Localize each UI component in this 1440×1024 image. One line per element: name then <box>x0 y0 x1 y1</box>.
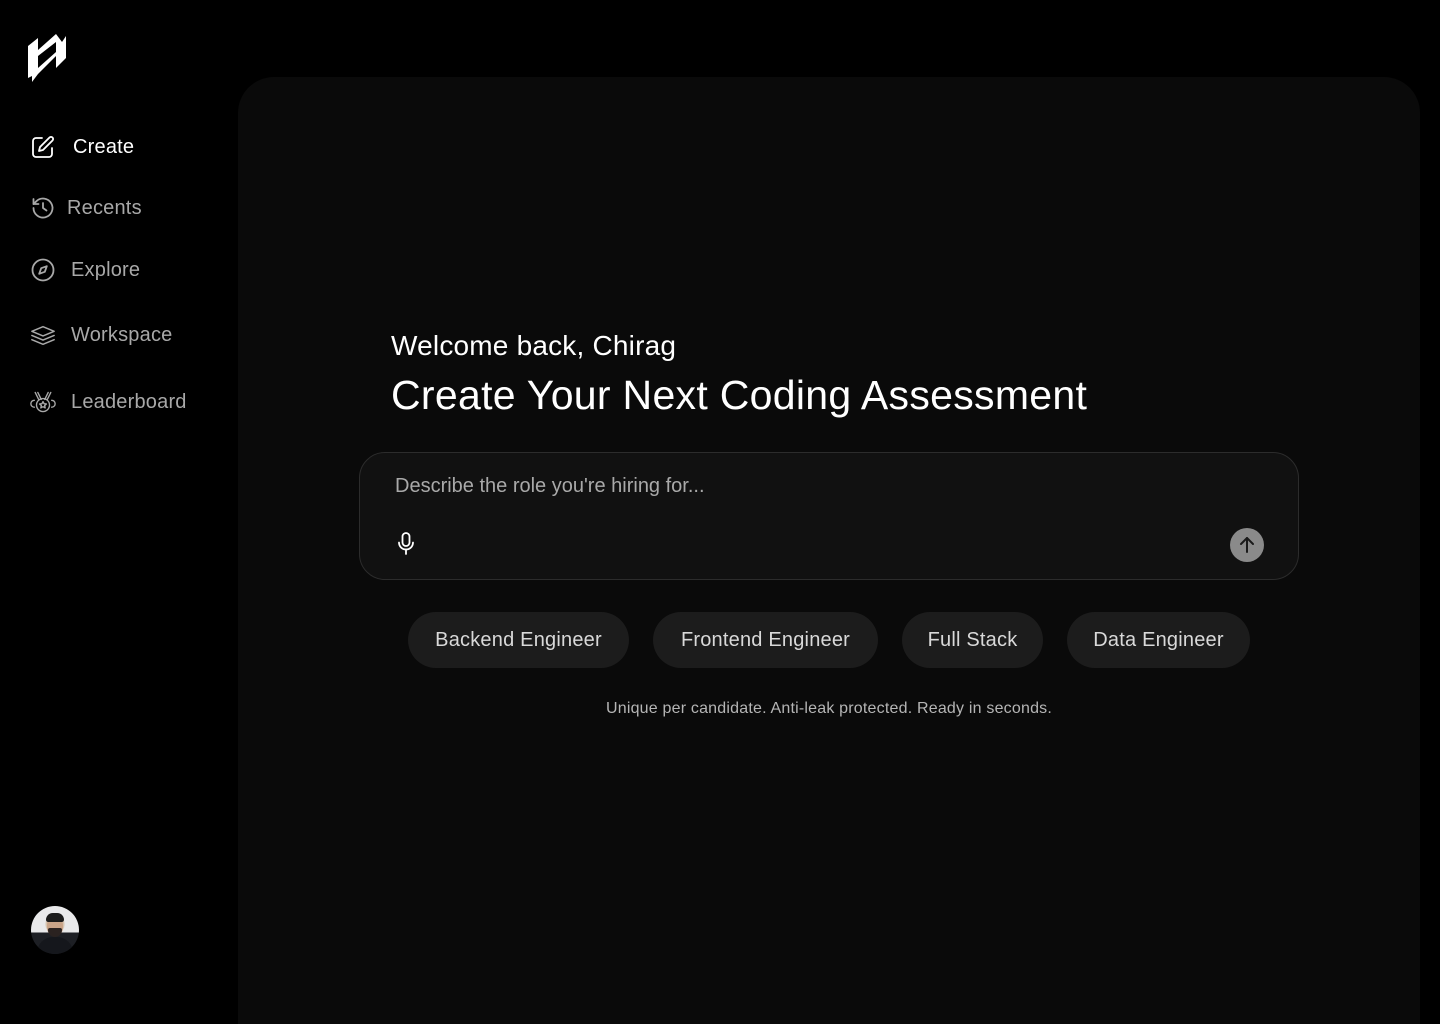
chip-backend-engineer[interactable]: Backend Engineer <box>408 612 629 668</box>
sidebar-item-explore[interactable]: Explore <box>30 257 140 283</box>
sidebar-item-label: Create <box>73 135 135 158</box>
sidebar-item-label: Leaderboard <box>71 390 187 413</box>
sidebar-item-create[interactable]: Create <box>30 134 134 160</box>
sidebar-item-workspace[interactable]: Workspace <box>30 322 172 348</box>
layers-icon <box>30 322 56 348</box>
sidebar-item-label: Explore <box>71 258 141 281</box>
sidebar: Create Recents Explore Workspace Leaderb… <box>0 0 238 1024</box>
user-avatar[interactable] <box>31 906 79 954</box>
sidebar-item-leaderboard[interactable]: Leaderboard <box>30 389 187 415</box>
sidebar-item-label: Recents <box>67 196 142 219</box>
prompt-composer <box>359 452 1299 580</box>
avatar-body <box>37 937 73 954</box>
microphone-icon[interactable] <box>394 531 418 557</box>
brand-logo[interactable] <box>26 32 68 84</box>
page-title: Create Your Next Coding Assessment <box>391 372 1088 418</box>
welcome-text: Welcome back, Chirag <box>391 330 677 361</box>
sidebar-item-recents[interactable]: Recents <box>30 195 142 221</box>
history-icon <box>30 195 56 221</box>
suggestion-chips: Backend Engineer Frontend Engineer Full … <box>0 612 1440 668</box>
medal-icon <box>30 389 56 415</box>
edit-icon <box>30 134 56 160</box>
avatar-hair <box>46 913 64 922</box>
compass-icon <box>30 257 56 283</box>
chip-frontend-engineer[interactable]: Frontend Engineer <box>653 612 878 668</box>
send-button[interactable] <box>1230 528 1264 562</box>
chip-data-engineer[interactable]: Data Engineer <box>1067 612 1250 668</box>
chip-full-stack[interactable]: Full Stack <box>902 612 1043 668</box>
arrow-up-icon <box>1237 535 1257 555</box>
sidebar-item-label: Workspace <box>71 323 173 346</box>
role-description-input[interactable] <box>395 471 1215 501</box>
avatar-beard <box>48 928 62 937</box>
footnote-text: Unique per candidate. Anti-leak protecte… <box>605 700 1053 717</box>
